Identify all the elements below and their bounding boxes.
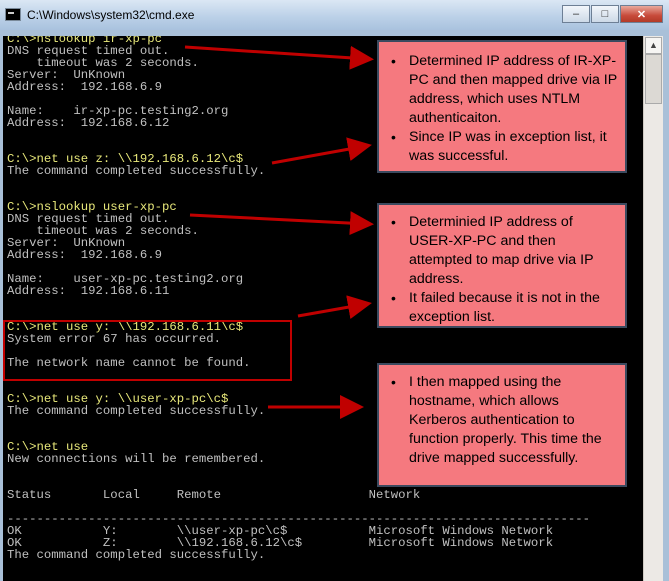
console-output-line: Address: 192.168.6.11 <box>7 284 170 298</box>
console-output-line: The command completed successfully. <box>7 404 266 418</box>
cmd-window: C:\Windows\system32\cmd.exe – □ ✕ C:\>ns… <box>0 0 669 581</box>
console-output-line: Address: 192.168.6.12 <box>7 116 170 130</box>
callout-failure: Determinied IP address of USER-XP-PC and… <box>377 203 627 328</box>
console-output-line: Status Local Remote Network <box>7 488 421 502</box>
callout-bullet: Determined IP address of IR-XP-PC and th… <box>391 52 617 128</box>
callout-bullet: I then mapped using the hostname, which … <box>391 373 617 468</box>
vertical-scrollbar[interactable]: ▲ <box>643 36 663 581</box>
callout-bullet: Determinied IP address of USER-XP-PC and… <box>391 213 617 289</box>
console-app-icon <box>5 8 21 21</box>
scrollbar-thumb[interactable] <box>645 54 662 104</box>
window-controls: – □ ✕ <box>561 5 663 23</box>
console-output-line: The command completed successfully. <box>7 164 266 178</box>
console-output-line: Address: 192.168.6.9 <box>7 248 162 262</box>
error-highlight-box <box>3 320 292 381</box>
console-output-line: New connections will be remembered. <box>7 452 266 466</box>
callout-bullet: Since IP was in exception list, it was s… <box>391 128 617 166</box>
callout-bullet: It failed because it is not in the excep… <box>391 289 617 327</box>
close-button[interactable]: ✕ <box>620 5 663 23</box>
maximize-button[interactable]: □ <box>591 5 619 23</box>
callout-kerberos: I then mapped using the hostname, which … <box>377 363 627 487</box>
minimize-button[interactable]: – <box>562 5 590 23</box>
console-output-line: The command completed successfully. <box>7 548 266 562</box>
callout-ntlm: Determined IP address of IR-XP-PC and th… <box>377 40 627 173</box>
scroll-up-arrow-icon[interactable]: ▲ <box>645 37 662 54</box>
console-output-line: Address: 192.168.6.9 <box>7 80 162 94</box>
title-bar[interactable]: C:\Windows\system32\cmd.exe – □ ✕ <box>0 0 669 30</box>
window-title: C:\Windows\system32\cmd.exe <box>27 8 195 22</box>
